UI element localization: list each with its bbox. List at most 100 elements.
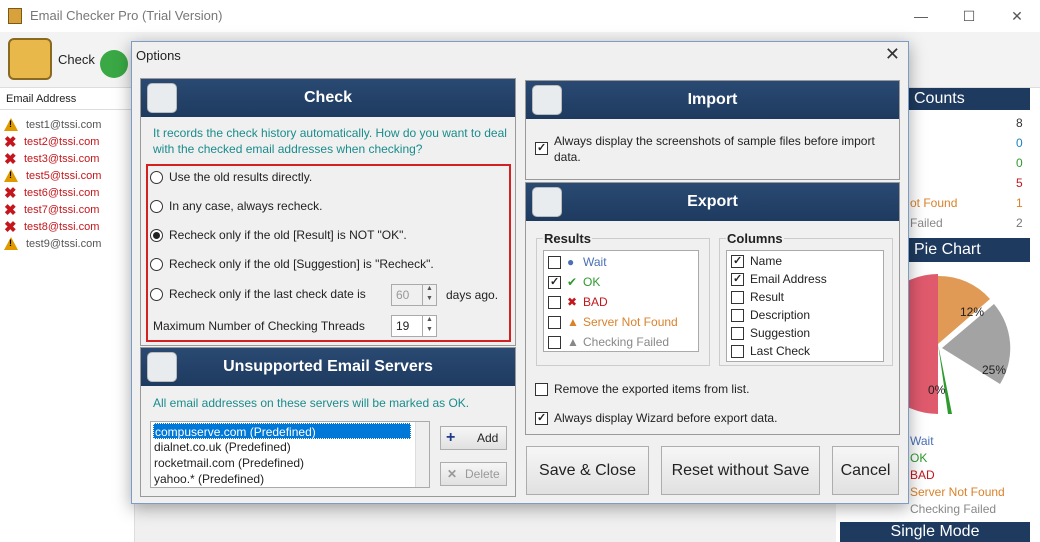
column-option-item[interactable]: Description xyxy=(731,308,810,322)
listbox-scrollbar[interactable] xyxy=(415,422,429,487)
result-filter-item[interactable]: ▲ Server Not Found xyxy=(548,315,678,329)
column-label: Suggestion xyxy=(750,326,811,340)
minimize-button[interactable]: — xyxy=(898,4,944,28)
single-mode-label: Single Mode xyxy=(890,523,980,540)
table-row[interactable]: test9@tssi.com xyxy=(4,235,101,252)
warning-icon: ▲ xyxy=(567,315,579,329)
pie-label-2: 25% xyxy=(982,363,1006,377)
delete-x-icon: ✕ xyxy=(447,467,458,481)
check-section-icon xyxy=(147,83,177,113)
legend-item: Server Not Found xyxy=(910,485,1005,499)
count-label: ot Found xyxy=(910,196,958,210)
import-option[interactable]: Always display the screenshots of sample… xyxy=(535,133,875,165)
dialog-title: Options xyxy=(136,48,181,63)
import-checkbox[interactable] xyxy=(535,142,548,155)
result-checkbox[interactable] xyxy=(548,275,561,289)
unsupported-intro: All email addresses on these servers wil… xyxy=(153,396,470,410)
delete-server-button[interactable]: ✕ Delete xyxy=(440,462,507,486)
legend-item: Checking Failed xyxy=(910,502,997,516)
result-filter-item[interactable]: ✖ BAD xyxy=(548,295,608,309)
result-filter-item[interactable]: ● Wait xyxy=(548,255,607,269)
result-filter-item[interactable]: ▲ Checking Failed xyxy=(548,335,669,349)
column-option-item[interactable]: Result xyxy=(731,290,784,304)
table-row[interactable]: ✖ test8@tssi.com xyxy=(4,218,99,236)
column-option-item[interactable]: Last Check xyxy=(731,344,810,358)
app-icon xyxy=(8,8,22,24)
table-row[interactable]: ✖ test3@tssi.com xyxy=(4,150,100,168)
result-checkbox[interactable] xyxy=(548,315,561,329)
remove-exported-option[interactable]: Remove the exported items from list. xyxy=(535,382,749,396)
delete-server-label: Delete xyxy=(465,467,500,481)
pie-slice-ok xyxy=(938,344,952,414)
check-toolbar-icon[interactable] xyxy=(8,38,52,80)
wizard-option[interactable]: Always display Wizard before export data… xyxy=(535,411,777,425)
column-option-item[interactable]: Suggestion xyxy=(731,326,810,340)
count-value: 1 xyxy=(1016,196,1023,210)
email-cell: test3@tssi.com xyxy=(24,152,100,165)
refresh-toolbar-icon[interactable] xyxy=(100,50,128,78)
counts-title: Counts xyxy=(914,90,965,107)
result-checkbox[interactable] xyxy=(548,335,561,349)
import-icon xyxy=(532,85,562,115)
check-header: Check xyxy=(141,79,515,117)
result-checkbox[interactable] xyxy=(548,295,561,309)
result-label: Server Not Found xyxy=(583,315,678,329)
plus-icon: + xyxy=(446,429,456,446)
column-checkbox[interactable] xyxy=(731,344,744,358)
cancel-button[interactable]: Cancel xyxy=(832,446,899,495)
highlight-box xyxy=(146,164,511,342)
table-row[interactable]: ✖ test7@tssi.com xyxy=(4,201,99,219)
column-checkbox[interactable] xyxy=(731,326,744,340)
reset-button[interactable]: Reset without Save xyxy=(661,446,820,495)
bad-x-icon: ✖ xyxy=(4,218,17,236)
column-option-item[interactable]: Name xyxy=(731,254,782,268)
table-row[interactable]: test1@tssi.com xyxy=(4,116,101,133)
table-row[interactable]: ✖ test6@tssi.com xyxy=(4,184,99,202)
legend-item: OK xyxy=(910,451,928,465)
column-checkbox[interactable] xyxy=(731,308,744,322)
email-cell: test9@tssi.com xyxy=(26,237,102,250)
dialog-close-button[interactable]: ✕ xyxy=(885,44,900,65)
single-mode-header[interactable]: Single Mode xyxy=(840,522,1030,542)
bad-x-icon: ✖ xyxy=(4,201,17,219)
import-section: Import xyxy=(525,80,900,180)
pie-header: Pie Chart xyxy=(908,238,1030,262)
column-checkbox[interactable] xyxy=(731,272,744,286)
remove-exported-checkbox[interactable] xyxy=(535,382,548,396)
server-list-item[interactable]: dialnet.co.uk (Predefined) xyxy=(153,439,403,455)
add-server-label: Add xyxy=(477,431,499,445)
check-toolbar-label[interactable]: Check xyxy=(58,52,95,67)
server-list-item[interactable]: rocketmail.com (Predefined) xyxy=(153,455,403,471)
pie-title: Pie Chart xyxy=(914,241,981,258)
table-row[interactable]: test5@tssi.com xyxy=(4,167,101,184)
result-checkbox[interactable] xyxy=(548,255,561,269)
result-label: Checking Failed xyxy=(583,335,670,349)
servers-listbox[interactable]: compuserve.com (Predefined) dialnet.co.uk… xyxy=(150,421,430,488)
add-server-button[interactable]: + Add xyxy=(440,426,507,450)
email-cell: test2@tssi.com xyxy=(24,135,100,148)
column-checkbox[interactable] xyxy=(731,290,744,304)
table-row[interactable]: ✖ test2@tssi.com xyxy=(4,133,100,151)
result-filter-item[interactable]: ✔ OK xyxy=(548,275,600,289)
save-close-button[interactable]: Save & Close xyxy=(526,446,649,495)
app-titlebar: Email Checker Pro (Trial Version) — ☐ ✕ xyxy=(0,0,1040,32)
email-column-header[interactable]: Email Address xyxy=(0,88,135,110)
result-label: BAD xyxy=(583,295,608,309)
columns-title: Columns xyxy=(726,231,784,246)
bad-x-icon: ✖ xyxy=(4,184,17,202)
column-option-item[interactable]: Email Address xyxy=(731,272,827,286)
window-close-button[interactable]: ✕ xyxy=(994,4,1040,28)
remove-exported-label: Remove the exported items from list. xyxy=(554,382,750,396)
check-title: Check xyxy=(303,89,353,106)
server-list-item[interactable]: yahoo.* (Predefined) xyxy=(153,471,403,487)
pie-label-1: 12% xyxy=(960,305,984,319)
server-list-item[interactable]: compuserve.com (Predefined) xyxy=(153,423,411,439)
email-cell: test1@tssi.com xyxy=(26,118,102,131)
column-checkbox[interactable] xyxy=(731,254,744,268)
results-title: Results xyxy=(543,231,592,246)
wizard-checkbox[interactable] xyxy=(535,411,548,425)
result-label: OK xyxy=(583,275,601,289)
ok-check-icon: ✔ xyxy=(567,275,578,289)
warning-icon xyxy=(4,118,18,131)
maximize-button[interactable]: ☐ xyxy=(946,4,992,28)
